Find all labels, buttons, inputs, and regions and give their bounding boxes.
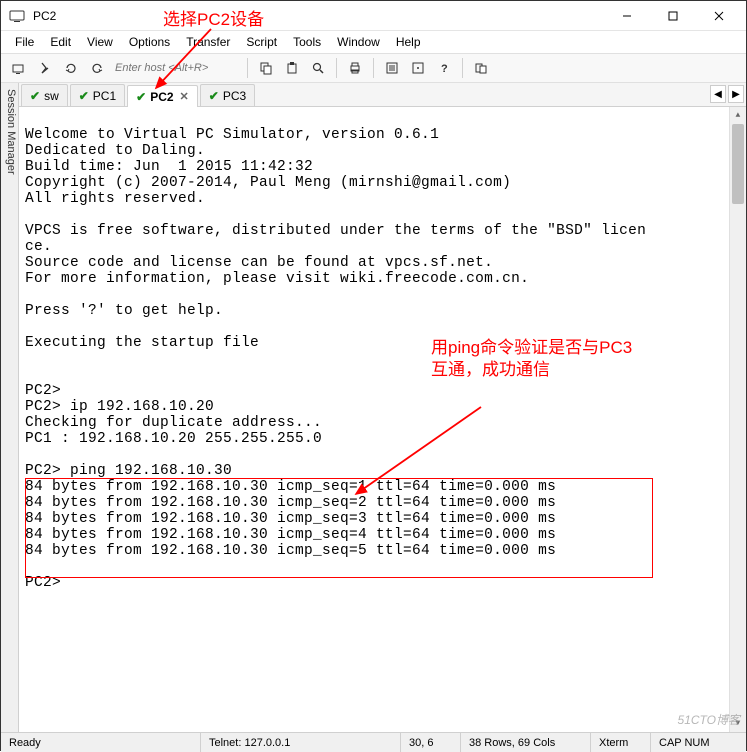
workarea: Session Manager ✔ sw ✔ PC1 ✔ PC2 ✕ ✔ PC3 ◀ ▶ …: [1, 83, 746, 732]
mainpane: ✔ sw ✔ PC1 ✔ PC2 ✕ ✔ PC3 ◀ ▶ Welcome to Virtu…: [19, 83, 746, 732]
tab-label: PC1: [93, 89, 116, 103]
scrollbar[interactable]: ▲ ▼: [729, 107, 746, 732]
menu-options[interactable]: Options: [121, 33, 178, 51]
disconnect-icon[interactable]: [85, 56, 109, 80]
toolbar-sep: [247, 58, 248, 78]
session-manager-sidebar[interactable]: Session Manager: [1, 83, 19, 732]
properties-icon[interactable]: [380, 56, 404, 80]
find-icon[interactable]: [306, 56, 330, 80]
menu-edit[interactable]: Edit: [42, 33, 79, 51]
copy-icon[interactable]: [254, 56, 278, 80]
maximize-button[interactable]: [650, 1, 696, 31]
statusbar: Ready Telnet: 127.0.0.1 30, 6 38 Rows, 6…: [1, 732, 746, 752]
help-icon[interactable]: ?: [432, 56, 456, 80]
status-caps: CAP NUM: [651, 733, 746, 752]
tab-label: PC2: [150, 90, 173, 104]
menu-file[interactable]: File: [7, 33, 42, 51]
toolbar-sep: [373, 58, 374, 78]
minimize-button[interactable]: [604, 1, 650, 31]
menu-tools[interactable]: Tools: [285, 33, 329, 51]
titlebar: PC2: [1, 1, 746, 31]
tab-pc1[interactable]: ✔ PC1: [70, 84, 125, 106]
watermark: 51CTO博客: [678, 711, 740, 728]
toolbar: ?: [1, 53, 746, 83]
close-button[interactable]: [696, 1, 742, 31]
tab-label: sw: [44, 89, 59, 103]
tab-scroll-left[interactable]: ◀: [710, 85, 726, 103]
app-icon: [9, 8, 25, 24]
tab-pc3[interactable]: ✔ PC3: [200, 84, 255, 106]
check-icon: ✔: [79, 89, 89, 103]
menu-view[interactable]: View: [79, 33, 121, 51]
scroll-up-icon[interactable]: ▲: [730, 107, 746, 124]
check-icon: ✔: [30, 89, 40, 103]
status-term: Xterm: [591, 733, 651, 752]
settings-icon[interactable]: [406, 56, 430, 80]
toolbar-sep: [462, 58, 463, 78]
terminal-output: Welcome to Virtual PC Simulator, version…: [25, 127, 646, 591]
status-size: 38 Rows, 69 Cols: [461, 733, 591, 752]
menu-help[interactable]: Help: [388, 33, 429, 51]
window-title: PC2: [33, 9, 604, 23]
svg-text:?: ?: [441, 63, 448, 75]
print-icon[interactable]: [343, 56, 367, 80]
paste-icon[interactable]: [280, 56, 304, 80]
tab-pc2[interactable]: ✔ PC2 ✕: [127, 85, 198, 107]
status-connection: Telnet: 127.0.0.1: [201, 733, 401, 752]
menu-window[interactable]: Window: [329, 33, 388, 51]
reconnect-icon[interactable]: [59, 56, 83, 80]
tab-sw[interactable]: ✔ sw: [21, 84, 68, 106]
menu-transfer[interactable]: Transfer: [178, 33, 238, 51]
check-icon: ✔: [209, 89, 219, 103]
tabstrip: ✔ sw ✔ PC1 ✔ PC2 ✕ ✔ PC3 ◀ ▶: [19, 83, 746, 107]
host-input[interactable]: [111, 58, 241, 78]
session-icon[interactable]: [469, 56, 493, 80]
status-position: 30, 6: [401, 733, 461, 752]
quick-connect-icon[interactable]: [33, 56, 57, 80]
terminal[interactable]: Welcome to Virtual PC Simulator, version…: [19, 107, 746, 732]
connect-icon[interactable]: [7, 56, 31, 80]
menubar: File Edit View Options Transfer Script T…: [1, 31, 746, 53]
tab-scroll-right[interactable]: ▶: [728, 85, 744, 103]
toolbar-sep: [336, 58, 337, 78]
status-ready: Ready: [1, 733, 201, 752]
tab-label: PC3: [223, 89, 246, 103]
close-icon[interactable]: ✕: [180, 90, 189, 103]
menu-script[interactable]: Script: [238, 33, 285, 51]
check-icon: ✔: [136, 90, 146, 104]
